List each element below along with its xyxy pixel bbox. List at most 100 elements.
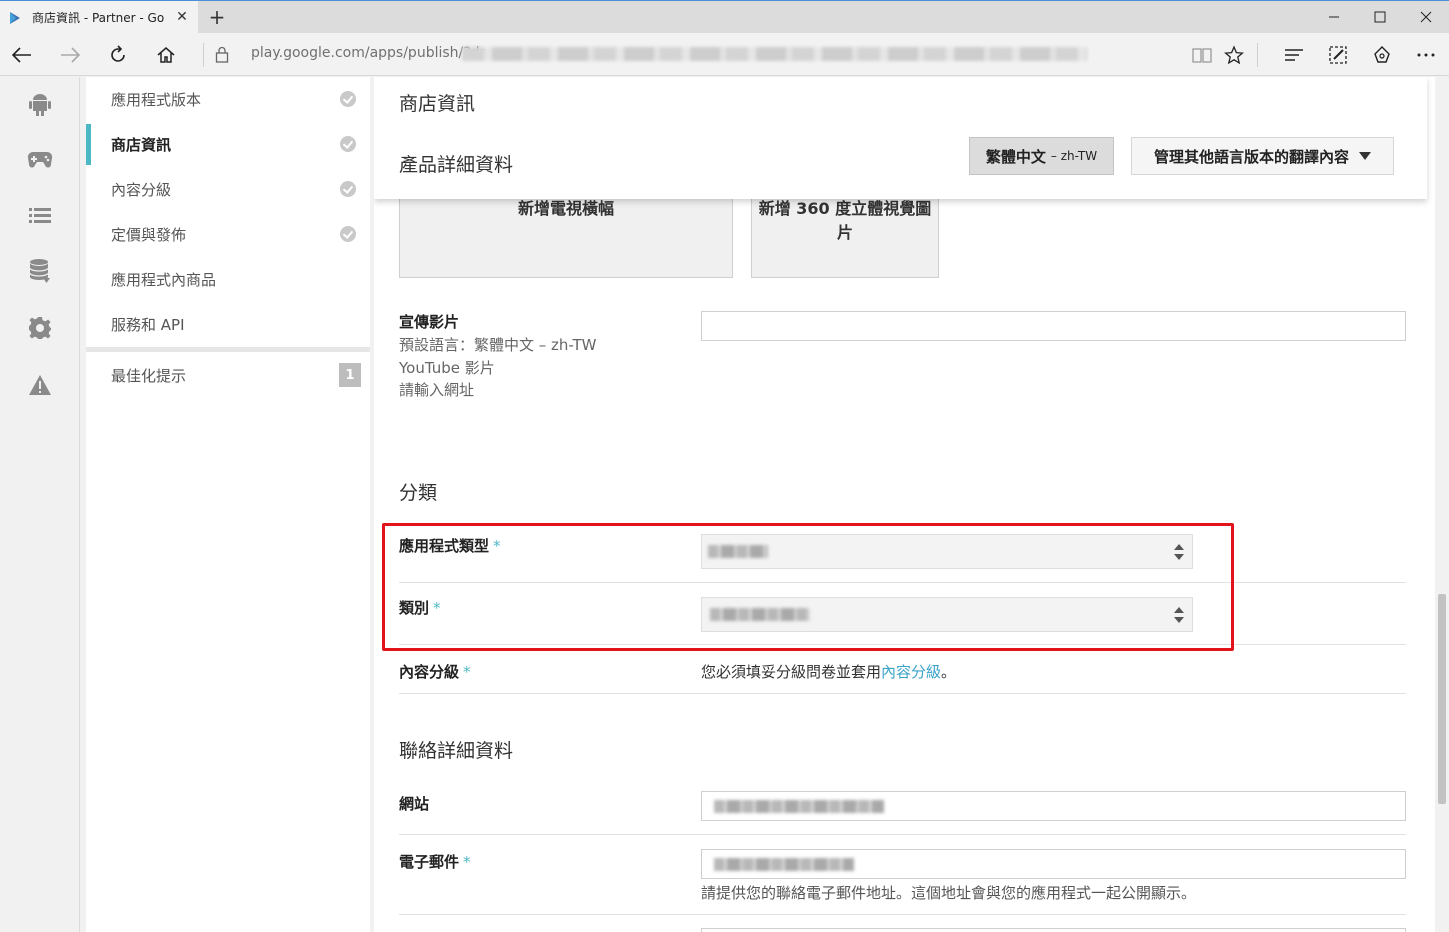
promo-video-label: 宣傳影片 [399,313,460,331]
highlight-box [382,523,1234,651]
content-rating-text-before: 您必須填妥分級問卷並套用 [701,663,882,681]
manage-translations-label: 管理其他語言版本的翻譯內容 [1153,147,1349,166]
sticky-header: 商店資訊 產品詳細資料 繁體中文 – zh-TW 管理其他語言版本的翻譯內容 [374,77,1427,199]
check-icon [340,91,356,107]
website-input[interactable] [701,791,1406,821]
gear-icon[interactable] [27,315,53,341]
email-value [714,858,854,871]
divider [399,914,1406,915]
promo-video-youtube: YouTube 影片 [399,359,495,377]
minimize-button[interactable] [1311,1,1357,33]
database-icon[interactable] [27,258,53,284]
maximize-icon [1374,11,1386,23]
refresh-icon [111,45,125,62]
warning-icon[interactable] [27,372,53,398]
caret-down-icon [1359,152,1371,160]
pen-icon [1329,46,1347,64]
page-scrollbar[interactable] [1435,77,1449,932]
section-title-categorization: 分類 [399,482,438,504]
maximize-button[interactable] [1357,1,1403,33]
reading-view-button[interactable] [1186,39,1218,71]
email-label: 電子郵件 * [399,851,471,872]
menu-item-label: 商店資訊 [111,136,172,154]
scrollbar-thumb[interactable] [1438,594,1446,804]
menu-item-label: 服務和 API [111,316,185,334]
promo-video-default-language: 預設語言：繁體中文 – zh-TW [399,336,597,354]
divider [399,693,1406,694]
url-redacted [462,47,1087,61]
tv-banner-tile[interactable]: 新增電視橫幅 [399,189,733,278]
book-icon [1192,48,1212,63]
divider [399,834,1406,835]
android-icon[interactable] [27,91,53,117]
hub-icon [1285,49,1303,61]
main-content: 商店資訊 產品詳細資料 繁體中文 – zh-TW 管理其他語言版本的翻譯內容 新… [374,77,1435,932]
home-icon [157,47,175,63]
email-input[interactable] [701,849,1406,879]
manage-translations-button[interactable]: 管理其他語言版本的翻譯內容 [1131,137,1394,175]
close-tab-icon[interactable]: ✕ [174,9,190,25]
promo-video-input[interactable] [701,311,1406,341]
arrow-left-icon [12,47,31,63]
list-icon[interactable] [27,202,53,228]
menu-item-store-listing[interactable]: 商店資訊 [86,122,370,167]
check-icon [340,181,356,197]
content-rating-text: 您必須填妥分級問卷並套用內容分級。 [701,661,956,682]
vr-image-tile[interactable]: 新增 360 度立體視覺圖片 [751,189,939,278]
content-rating-link[interactable]: 內容分級 [881,663,941,681]
section-title-contact: 聯絡詳細資料 [399,740,514,762]
gamepad-icon[interactable] [27,146,53,172]
content-rating-label-text: 內容分級 [399,663,460,681]
share-button[interactable] [1366,39,1398,71]
share-icon [1374,46,1390,63]
menu-item-pricing[interactable]: 定價與發佈 [86,212,370,257]
menu-item-content-rating[interactable]: 內容分級 [86,167,370,212]
menu-item-in-app-products[interactable]: 應用程式內商品 [86,257,370,302]
back-button[interactable] [6,39,38,71]
favorite-button[interactable] [1218,39,1250,71]
refresh-button[interactable] [102,39,134,71]
vr-image-label: 新增 360 度立體視覺圖片 [758,199,932,242]
address-separator [203,43,204,67]
email-label-text: 電子郵件 [399,853,460,871]
lock-icon [215,46,229,63]
menu-item-label: 定價與發佈 [111,226,187,244]
close-icon [1420,11,1432,23]
website-value [714,800,884,813]
home-button[interactable] [150,39,182,71]
address-bar[interactable]: play.google.com/apps/publish/?de [251,45,488,61]
language-code: – zh-TW [1050,149,1098,163]
minimize-icon [1329,16,1339,18]
required-mark: * [463,853,471,871]
check-icon [340,226,356,242]
menu-item-services-api[interactable]: 服務和 API [86,302,370,347]
content-rating-label: 內容分級 * [399,661,471,682]
new-tab-button[interactable]: + [206,5,228,29]
icon-rail [0,77,80,932]
menu-item-label: 最佳化提示 [111,367,187,385]
phone-input[interactable] [701,928,1406,932]
tips-count-badge: 1 [339,363,361,387]
browser-tab[interactable]: 商店資訊 - Partner - Go ✕ [0,1,198,34]
section-menu: 應用程式版本 商店資訊 內容分級 定價與發佈 應用程式內商品 服務和 API 最… [86,77,370,932]
hub-button[interactable] [1278,39,1310,71]
arrow-right-icon [61,47,80,63]
forward-button[interactable] [54,39,86,71]
default-language-button[interactable]: 繁體中文 – zh-TW [969,137,1114,175]
menu-item-app-releases[interactable]: 應用程式版本 [86,77,370,122]
email-help-text: 請提供您的聯絡電子郵件地址。這個地址會與您的應用程式一起公開顯示。 [701,884,1197,902]
page-title: 商店資訊 [399,93,476,115]
menu-item-label: 內容分級 [111,181,172,199]
star-icon [1224,45,1244,65]
tab-title: 商店資訊 - Partner - Go [32,11,165,25]
menu-item-optimization-tips[interactable]: 最佳化提示 1 [86,353,370,398]
promo-video-hint: 請輸入網址 [399,381,475,399]
web-note-button[interactable] [1322,39,1354,71]
more-button[interactable] [1410,39,1442,71]
language-name: 繁體中文 [985,147,1046,166]
browser-navbar: play.google.com/apps/publish/?de [0,33,1449,76]
toolbar-separator [1257,43,1258,67]
browser-titlebar: 商店資訊 - Partner - Go ✕ + [0,0,1449,34]
close-window-button[interactable] [1403,1,1449,33]
required-mark: * [463,663,471,681]
